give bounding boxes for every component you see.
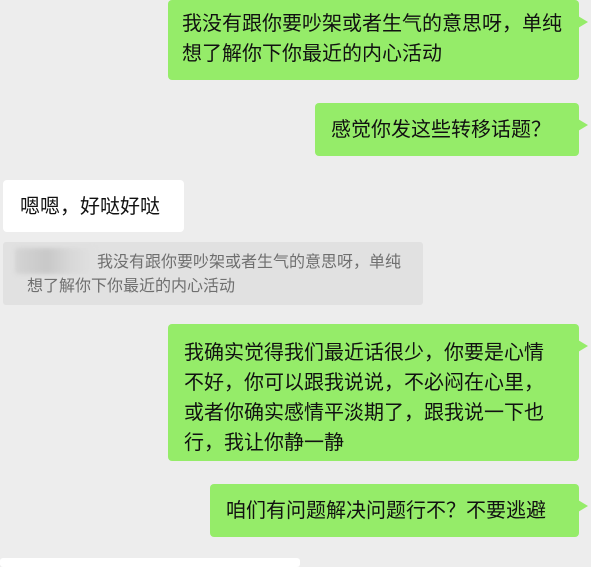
message-text: 我没有跟你要吵架或者生气的意思呀，单纯想了解你下你最近的内心活动 [182,11,562,65]
quoted-message[interactable]: 我没有跟你要吵架或者生气的意思呀，单纯想了解你下你最近的内心活动 [3,242,423,305]
message-text: 我确实觉得我们最近话很少，你要是心情不好，你可以跟我说说，不必闷在心里，或者你确… [184,340,544,454]
message-text: 感觉你发这些转移话题？ [331,117,551,141]
message-text: 嗯嗯，好哒好哒 [20,194,160,218]
message-bubble-sent[interactable]: 我确实觉得我们最近话很少，你要是心情不好，你可以跟我说说，不必闷在心里，或者你确… [168,324,588,461]
message-bubble-sent[interactable]: 咱们有问题解决问题行不？不要逃避 [210,484,588,537]
message-bubble-sent[interactable]: 我没有跟你要吵架或者生气的意思呀，单纯想了解你下你最近的内心活动 [168,0,588,80]
message-bubble-sent[interactable]: 感觉你发这些转移话题？ [315,103,588,156]
message-text: 咱们有问题解决问题行不？不要逃避 [226,498,546,522]
chat-window: 我没有跟你要吵架或者生气的意思呀，单纯想了解你下你最近的内心活动 感觉你发这些转… [0,0,591,567]
message-bubble-received[interactable]: 嗯嗯，好哒好哒 [3,180,184,232]
partial-message-bubble [0,558,300,567]
quoted-text: 我没有跟你要吵架或者生气的意思呀，单纯想了解你下你最近的内心活动 [27,252,402,295]
